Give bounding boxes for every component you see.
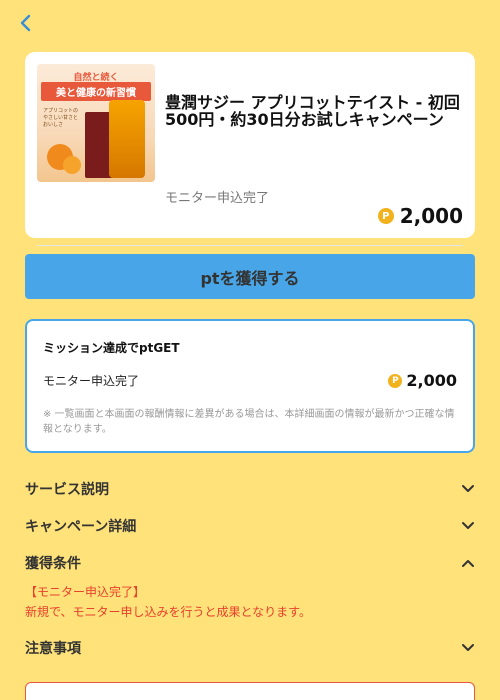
product-bottle-image [109,100,145,178]
offer-card: 自然と続く 美と健康の新習慣 アプリコットのやさしい甘さとおいしさ 豊潤サジー … [25,52,475,246]
section-conditions[interactable]: 獲得条件 [25,553,475,573]
chevron-down-icon [462,644,474,651]
chevron-left-icon [20,14,31,32]
back-button[interactable] [14,12,36,34]
points-value: 2,000 [399,204,463,228]
point-coin-icon: P [377,208,394,224]
get-points-button[interactable]: ptを獲得する [25,254,475,299]
section-conditions-heading: 獲得条件 [25,556,81,572]
bottom-box [25,682,475,700]
mission-points-value: 2,000 [406,371,457,390]
chevron-down-icon [462,522,474,529]
section-notes-heading: 注意事項 [25,641,81,657]
section-service-heading: サービス説明 [25,482,109,498]
mission-box: ミッション達成でptGET モニター申込完了 P 2,000 ※ 一覧画面と本画… [25,319,475,453]
offer-status: モニター申込完了 [165,191,270,206]
mission-title: ミッション達成でptGET [43,341,180,355]
point-coin-icon: P [388,373,403,388]
offer-title: 豊潤サジー アプリコットテイスト - 初回500円・約30日分お試しキャンペーン [165,93,460,129]
thumbnail-headline: 美と健康の新習慣 [41,82,151,101]
mission-note: ※ 一覧画面と本画面の報酬情報に差異がある場合は、本詳細画面の情報が最新かつ正確… [43,409,455,435]
apricot-image-2 [63,156,81,174]
chevron-down-icon [462,485,474,492]
card-divider [37,245,463,246]
section-campaign[interactable]: キャンペーン詳細 [25,516,475,536]
thumbnail-small-text: アプリコットのやさしい甘さとおいしさ [43,108,79,128]
condition-description: 新規で、モニター申し込みを行うと成果となります。 [25,605,311,619]
offer-points: P 2,000 [377,204,463,228]
section-notes[interactable]: 注意事項 [25,638,475,658]
mission-item-label: モニター申込完了 [43,374,140,388]
condition-tag: 【モニター申込完了】 [25,585,146,599]
mission-row: モニター申込完了 P 2,000 [43,371,457,390]
mission-item-points: P 2,000 [388,371,457,390]
section-campaign-heading: キャンペーン詳細 [25,519,137,535]
offer-thumbnail: 自然と続く 美と健康の新習慣 アプリコットのやさしい甘さとおいしさ [37,64,155,182]
chevron-up-icon [462,560,474,567]
section-service[interactable]: サービス説明 [25,479,475,499]
